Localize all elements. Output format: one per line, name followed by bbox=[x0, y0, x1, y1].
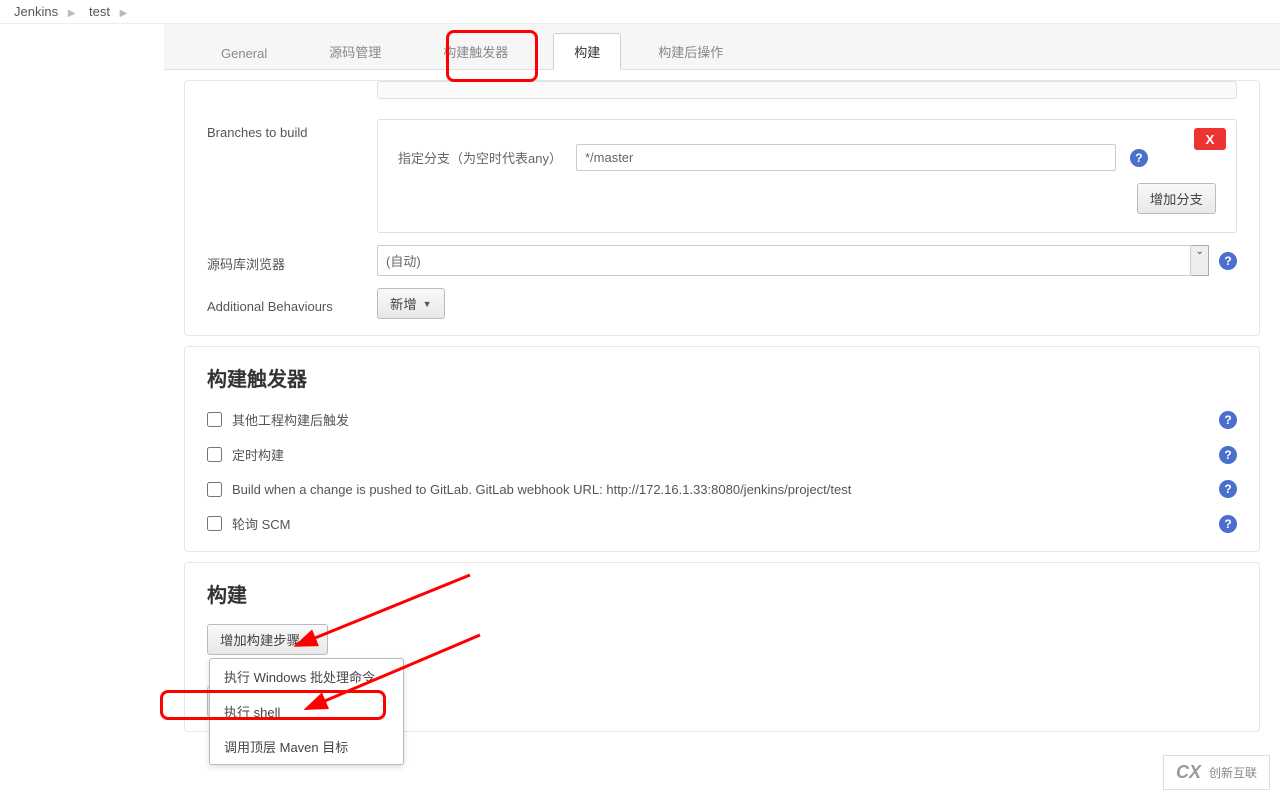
tab-general[interactable]: General bbox=[204, 37, 284, 70]
add-build-step-button[interactable]: 增加构建步骤▼ bbox=[207, 624, 328, 655]
help-icon[interactable]: ? bbox=[1130, 149, 1148, 167]
tab-triggers[interactable]: 构建触发器 bbox=[426, 33, 525, 70]
help-icon[interactable]: ? bbox=[1219, 411, 1237, 429]
chevron-down-icon[interactable]: ⌄ bbox=[1191, 245, 1209, 276]
build-title: 构建 bbox=[195, 573, 1249, 618]
footer-logo-icon: CX bbox=[1176, 762, 1201, 783]
footer-text: 创新互联 bbox=[1209, 764, 1257, 781]
caret-down-icon: ▼ bbox=[306, 635, 315, 645]
trigger-scm[interactable]: 轮询 SCM ? bbox=[195, 506, 1249, 541]
branch-specifier-label: 指定分支（为空时代表any） bbox=[398, 148, 562, 167]
build-step-menu: 执行 Windows 批处理命令 执行 shell 调用顶层 Maven 目标 bbox=[209, 658, 404, 765]
help-icon[interactable]: ? bbox=[1219, 480, 1237, 498]
help-icon[interactable]: ? bbox=[1219, 252, 1237, 270]
breadcrumb-project[interactable]: test bbox=[89, 4, 110, 19]
chevron-right-icon: ▶ bbox=[120, 8, 128, 19]
tab-post[interactable]: 构建后操作 bbox=[641, 33, 740, 70]
build-section: 构建 增加构建步骤▼ 执行 Windows 批处理命令 执行 shell 调用顶… bbox=[184, 562, 1260, 732]
trigger-periodic[interactable]: 定时构建 ? bbox=[195, 437, 1249, 472]
repo-browser-label: 源码库浏览器 bbox=[207, 248, 377, 273]
triggers-title: 构建触发器 bbox=[195, 357, 1249, 402]
help-icon[interactable]: ? bbox=[1219, 515, 1237, 533]
trigger-gitlab[interactable]: Build when a change is pushed to GitLab.… bbox=[195, 472, 1249, 506]
checkbox[interactable] bbox=[207, 412, 222, 427]
checkbox[interactable] bbox=[207, 447, 222, 462]
tab-build[interactable]: 构建 bbox=[553, 33, 621, 70]
menu-item-maven[interactable]: 调用顶层 Maven 目标 bbox=[210, 729, 403, 764]
checkbox[interactable] bbox=[207, 482, 222, 497]
trigger-other[interactable]: 其他工程构建后触发 ? bbox=[195, 402, 1249, 437]
additional-add-button[interactable]: 新增▼ bbox=[377, 288, 445, 319]
repo-browser-select[interactable]: (自动) bbox=[377, 245, 1191, 276]
caret-down-icon: ▼ bbox=[423, 299, 432, 309]
triggers-section: 构建触发器 其他工程构建后触发 ? 定时构建 ? Build when a ch… bbox=[184, 346, 1260, 552]
menu-item-execute-shell[interactable]: 执行 shell bbox=[210, 694, 403, 729]
footer-badge: CX 创新互联 bbox=[1163, 755, 1270, 790]
branch-specifier-input[interactable] bbox=[576, 144, 1116, 171]
additional-behaviours-label: Additional Behaviours bbox=[207, 293, 377, 314]
branches-label bbox=[207, 81, 377, 87]
add-branch-button[interactable]: 增加分支 bbox=[1137, 183, 1216, 214]
branch-specifier-box: X 指定分支（为空时代表any） ? 增加分支 bbox=[377, 119, 1237, 233]
checkbox[interactable] bbox=[207, 516, 222, 531]
tabs-bar: General 源码管理 构建触发器 构建 构建后操作 bbox=[164, 24, 1280, 70]
menu-item-windows-batch[interactable]: 执行 Windows 批处理命令 bbox=[210, 659, 403, 694]
breadcrumb-root[interactable]: Jenkins bbox=[14, 4, 58, 19]
delete-branch-button[interactable]: X bbox=[1194, 128, 1226, 150]
tab-scm[interactable]: 源码管理 bbox=[312, 33, 398, 70]
branches-label: Branches to build bbox=[207, 119, 377, 140]
chevron-right-icon: ▶ bbox=[68, 8, 76, 19]
breadcrumb: Jenkins ▶ test ▶ bbox=[0, 0, 1280, 24]
help-icon[interactable]: ? bbox=[1219, 446, 1237, 464]
